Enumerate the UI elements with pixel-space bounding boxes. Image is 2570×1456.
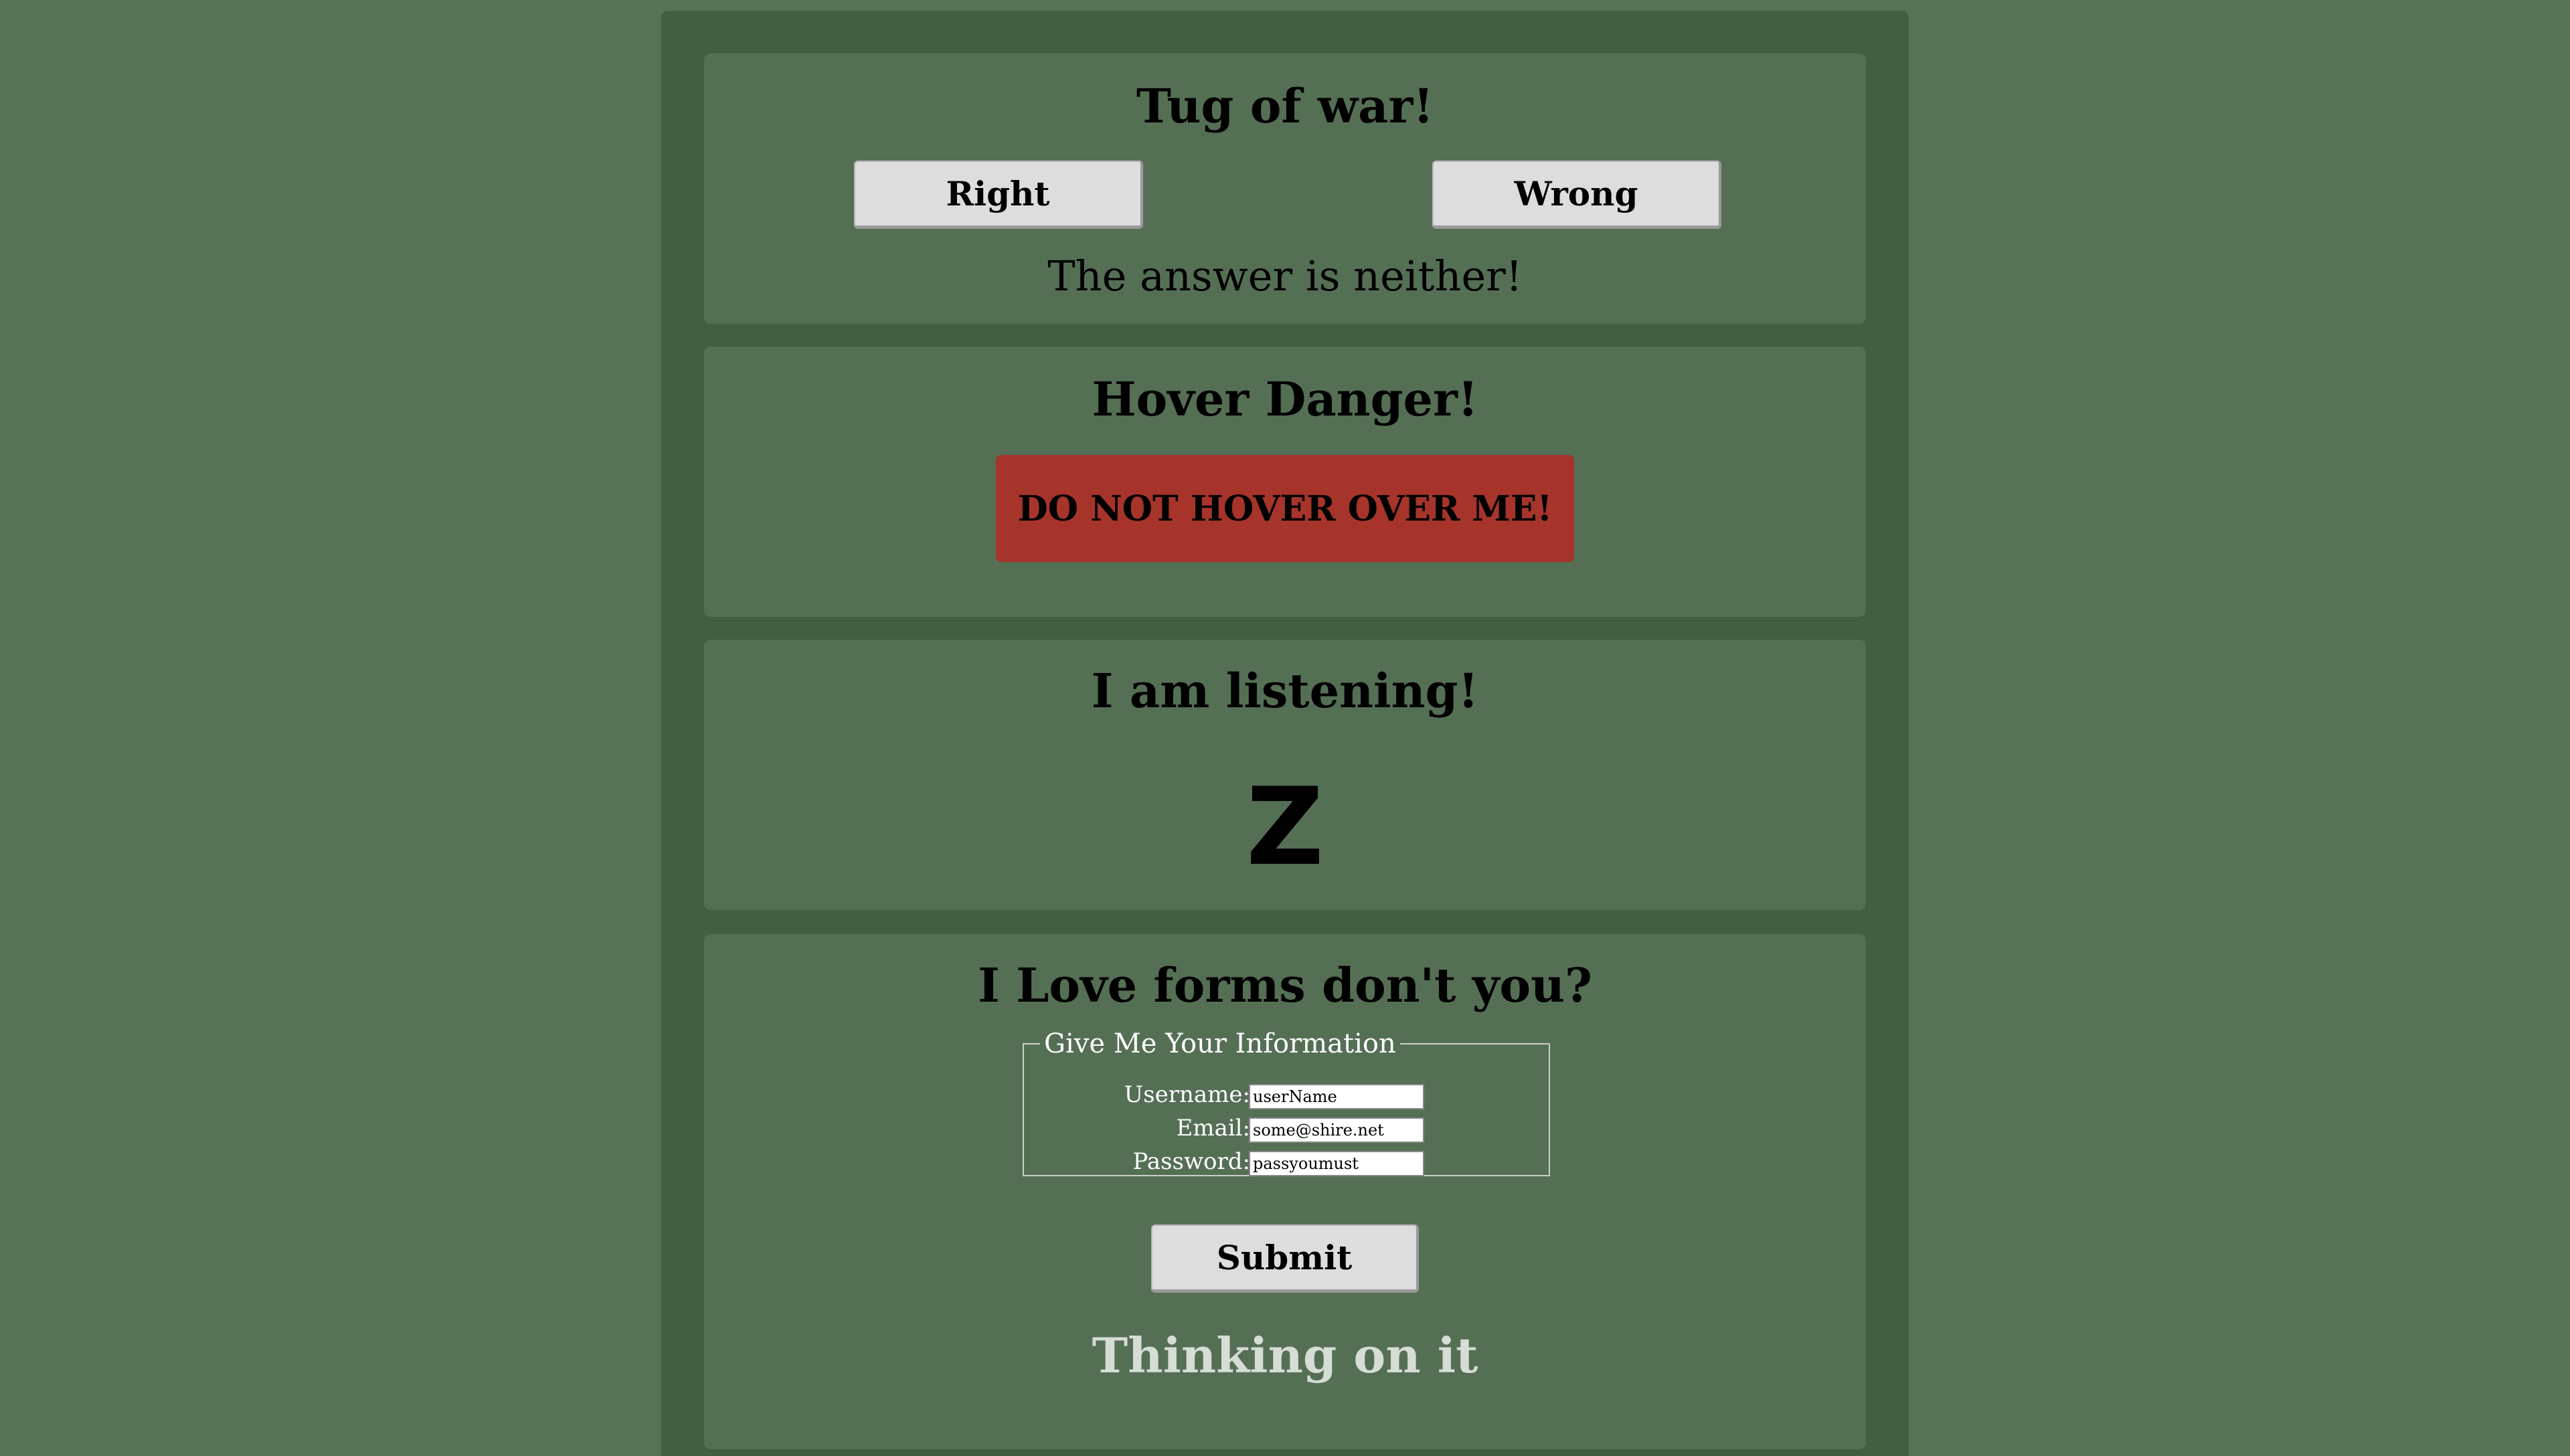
password-label: Password: [1132,1148,1250,1175]
password-input[interactable] [1249,1151,1424,1176]
tug-answer-text: The answer is neither! [1047,252,1523,300]
submit-button[interactable]: Submit [1151,1224,1419,1293]
forms-panel: I Love forms don't you? Give Me Your Inf… [704,934,1866,1449]
do-not-hover-button[interactable]: DO NOT HOVER OVER ME! [996,455,1574,562]
hover-danger-title: Hover Danger! [1092,371,1478,427]
form-status-text: Thinking on it [1092,1327,1478,1384]
tug-of-war-title: Tug of war! [1136,78,1434,134]
hover-danger-panel: Hover Danger! DO NOT HOVER OVER ME! [704,347,1866,617]
forms-title: I Love forms don't you? [977,958,1593,1013]
username-label: Username: [1124,1081,1250,1108]
pressed-key-display: Z [1246,764,1324,889]
information-fieldset: Give Me Your Information Username: Email… [1023,1030,1550,1176]
main-container: Tug of war! Right Wrong The answer is ne… [661,11,1909,1456]
email-label: Email: [1176,1115,1250,1142]
username-row: Username: [1024,1080,1551,1109]
tug-of-war-panel: Tug of war! Right Wrong The answer is ne… [704,54,1866,324]
email-input[interactable] [1249,1117,1424,1143]
listening-panel: I am listening! Z [704,640,1866,910]
right-button[interactable]: Right [854,161,1143,229]
listening-title: I am listening! [1091,663,1479,719]
wrong-button[interactable]: Wrong [1432,161,1721,229]
username-input[interactable] [1249,1084,1424,1109]
password-row: Password: [1024,1147,1551,1176]
information-legend: Give Me Your Information [1044,1028,1396,1059]
email-row: Email: [1024,1113,1551,1143]
